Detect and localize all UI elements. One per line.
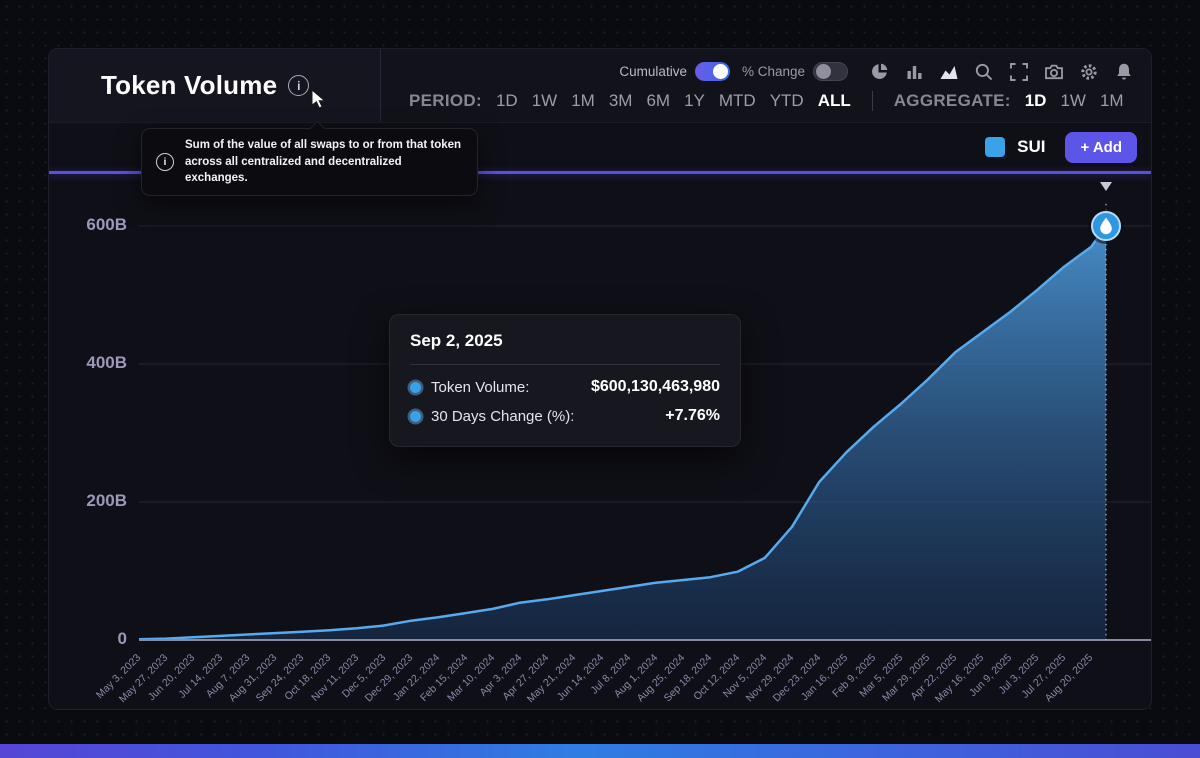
widget-header: Token Volume i Cumulative % Change	[49, 49, 1151, 123]
y-axis-label: 600B	[49, 215, 127, 235]
endpoint-marker-triangle	[1100, 182, 1112, 191]
period-option-1w[interactable]: 1W	[532, 91, 558, 111]
period-aggregate-row: PERIOD: 1D 1W 1M 3M 6M 1Y MTD YTD ALL AGGREGATE:…	[409, 91, 1135, 111]
series-marker-icon	[410, 411, 421, 422]
tooltip-change-value: +7.76%	[665, 407, 720, 425]
aggregate-option-1d[interactable]: 1D	[1025, 91, 1047, 111]
tooltip-change-label: 30 Days Change (%):	[431, 408, 574, 425]
sui-token-endpoint-badge[interactable]	[1091, 211, 1121, 241]
info-circle-icon: i	[156, 153, 174, 171]
percent-change-label: % Change	[742, 64, 805, 79]
chart-toolbar-icons	[868, 61, 1135, 83]
y-axis-label: 400B	[49, 353, 127, 373]
period-option-ytd[interactable]: YTD	[770, 91, 804, 111]
bottom-gradient-bar	[0, 744, 1200, 758]
period-option-mtd[interactable]: MTD	[719, 91, 756, 111]
period-option-1m[interactable]: 1M	[571, 91, 595, 111]
tooltip-volume-value: $600,130,463,980	[591, 378, 720, 396]
aggregate-option-1w[interactable]: 1W	[1060, 91, 1086, 111]
tooltip-row-volume: Token Volume: $600,130,463,980	[410, 378, 720, 396]
search-icon[interactable]	[973, 61, 995, 83]
header-controls: Cumulative % Change	[381, 49, 1151, 122]
toggle-knob	[713, 64, 728, 79]
title-cell: Token Volume i	[49, 49, 381, 122]
tooltip-date: Sep 2, 2025	[410, 331, 720, 351]
bar-chart-icon[interactable]	[903, 61, 925, 83]
token-volume-widget: Token Volume i Cumulative % Change	[48, 48, 1152, 710]
info-icon[interactable]: i	[288, 75, 309, 96]
aggregate-option-1m[interactable]: 1M	[1100, 91, 1124, 111]
vertical-divider	[872, 91, 873, 111]
controls-top-row: Cumulative % Change	[409, 61, 1135, 83]
percent-change-toggle[interactable]	[813, 62, 848, 81]
mouse-cursor	[311, 89, 327, 115]
sui-legend-label: SUI	[1017, 137, 1045, 157]
settings-gear-icon[interactable]	[1078, 61, 1100, 83]
info-tooltip-text: Sum of the value of all swaps to or from…	[185, 137, 463, 187]
series-marker-icon	[410, 382, 421, 393]
y-axis-label: 0	[49, 629, 127, 649]
cumulative-label: Cumulative	[619, 64, 687, 79]
percent-change-toggle-group: % Change	[742, 62, 848, 81]
pie-chart-icon[interactable]	[868, 61, 890, 83]
aggregate-options: 1D 1W 1M	[1025, 91, 1124, 111]
y-axis-label: 200B	[49, 491, 127, 511]
period-option-6m[interactable]: 6M	[646, 91, 670, 111]
tooltip-row-change: 30 Days Change (%): +7.76%	[410, 407, 720, 425]
aggregate-label: AGGREGATE:	[894, 91, 1011, 111]
tooltip-divider	[410, 364, 720, 365]
period-option-all[interactable]: ALL	[818, 91, 851, 111]
period-options: 1D 1W 1M 3M 6M 1Y MTD YTD ALL	[496, 91, 851, 111]
add-token-button[interactable]: + Add	[1065, 132, 1137, 163]
period-option-3m[interactable]: 3M	[609, 91, 633, 111]
period-option-1y[interactable]: 1Y	[684, 91, 705, 111]
info-tooltip: i Sum of the value of all swaps to or fr…	[141, 128, 478, 196]
camera-icon[interactable]	[1043, 61, 1065, 83]
period-label: PERIOD:	[409, 91, 482, 111]
notifications-bell-icon[interactable]	[1113, 61, 1135, 83]
cumulative-toggle-group: Cumulative	[619, 62, 730, 81]
fullscreen-icon[interactable]	[1008, 61, 1030, 83]
chart-hover-tooltip: Sep 2, 2025 Token Volume: $600,130,463,9…	[389, 314, 741, 447]
toggle-knob	[816, 64, 831, 79]
chart-area[interactable]: 0200B400B600B May 3, 2023May 27, 2023Jun…	[49, 174, 1151, 710]
desktop-background: Token Volume i Cumulative % Change	[0, 0, 1200, 758]
sui-droplet-icon	[1099, 217, 1113, 235]
sui-legend-swatch	[985, 137, 1005, 157]
period-option-1d[interactable]: 1D	[496, 91, 518, 111]
area-chart-icon[interactable]	[938, 61, 960, 83]
cumulative-toggle[interactable]	[695, 62, 730, 81]
page-title: Token Volume	[101, 70, 277, 101]
tooltip-volume-label: Token Volume:	[431, 379, 529, 396]
